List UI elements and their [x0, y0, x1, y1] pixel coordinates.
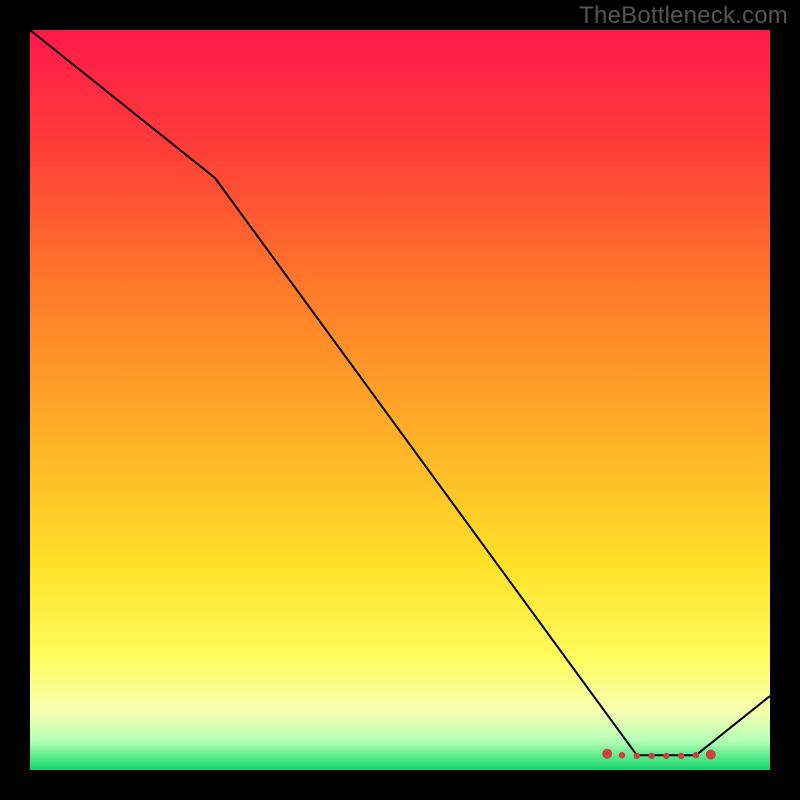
chart-frame: TheBottleneck.com	[0, 0, 800, 800]
data-marker	[693, 752, 699, 758]
data-marker	[678, 753, 684, 759]
data-marker	[706, 750, 716, 760]
data-marker	[634, 753, 640, 759]
watermark-text: TheBottleneck.com	[579, 2, 788, 30]
data-marker	[663, 753, 669, 759]
plot-area	[30, 30, 770, 770]
data-marker	[619, 752, 625, 758]
gradient-background	[30, 30, 770, 770]
chart-svg	[30, 30, 770, 770]
data-marker	[648, 753, 654, 759]
data-marker	[602, 749, 612, 759]
